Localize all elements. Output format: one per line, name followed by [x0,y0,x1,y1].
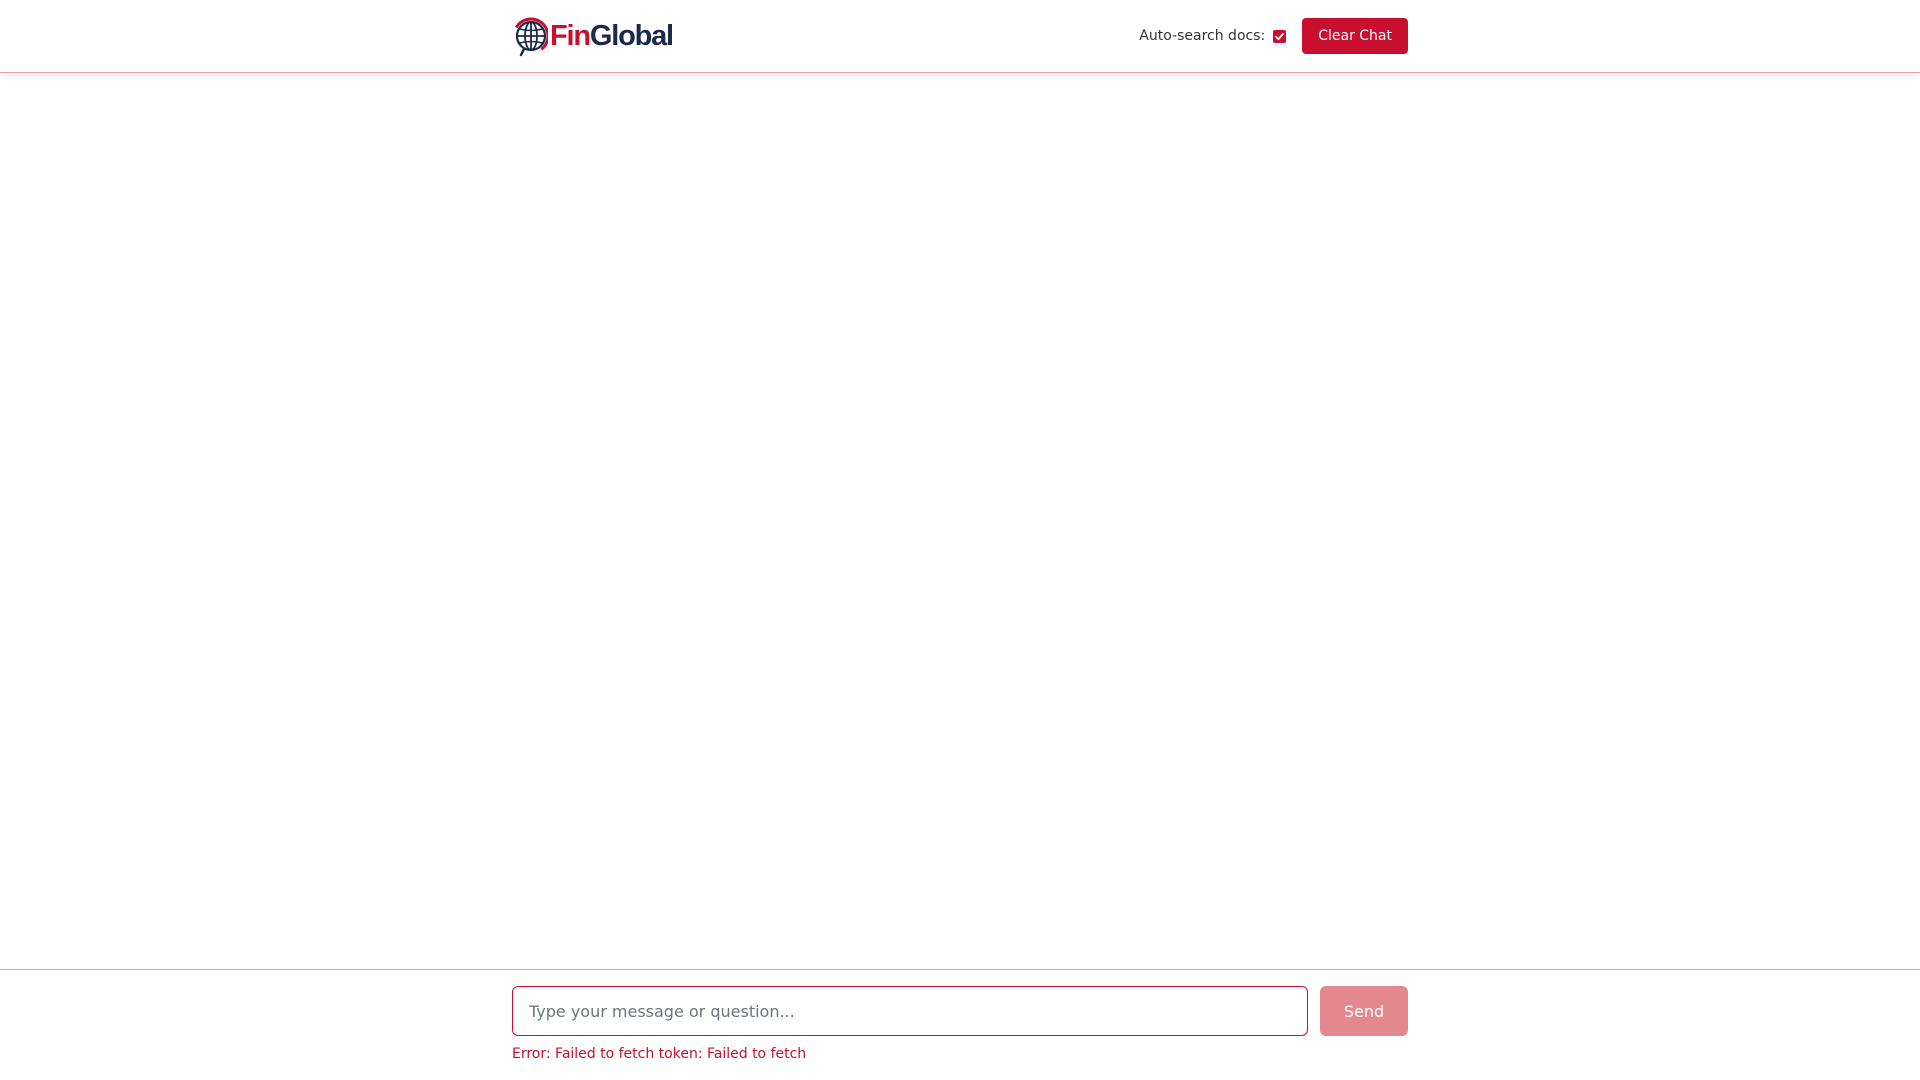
composer-row: Send [512,986,1408,1036]
auto-search-label: Auto-search docs: [1139,28,1266,44]
header-content: FinGlobal Auto-search docs: Clear Chat [512,0,1408,72]
composer-bar: Send Error: Failed to fetch token: Faile… [0,969,1920,1080]
logo-global: Global [589,19,674,52]
error-message: Error: Failed to fetch token: Failed to … [512,1046,807,1062]
checkmark-icon [1275,32,1285,40]
message-input[interactable] [512,986,1308,1036]
globe-icon [512,15,548,57]
chat-messages-area[interactable] [0,73,1920,969]
finglobal-logo[interactable]: FinGlobal [512,14,674,58]
clear-chat-button[interactable]: Clear Chat [1302,18,1408,54]
app-header: FinGlobal Auto-search docs: Clear Chat [0,0,1920,73]
composer-content: Send Error: Failed to fetch token: Faile… [512,986,1408,1062]
header-controls: Auto-search docs: Clear Chat [1139,18,1408,54]
logo-fin: Fin [550,19,591,52]
logo-wordmark: FinGlobal [550,19,674,52]
auto-search-checkbox[interactable] [1273,29,1287,43]
send-button[interactable]: Send [1320,986,1408,1036]
